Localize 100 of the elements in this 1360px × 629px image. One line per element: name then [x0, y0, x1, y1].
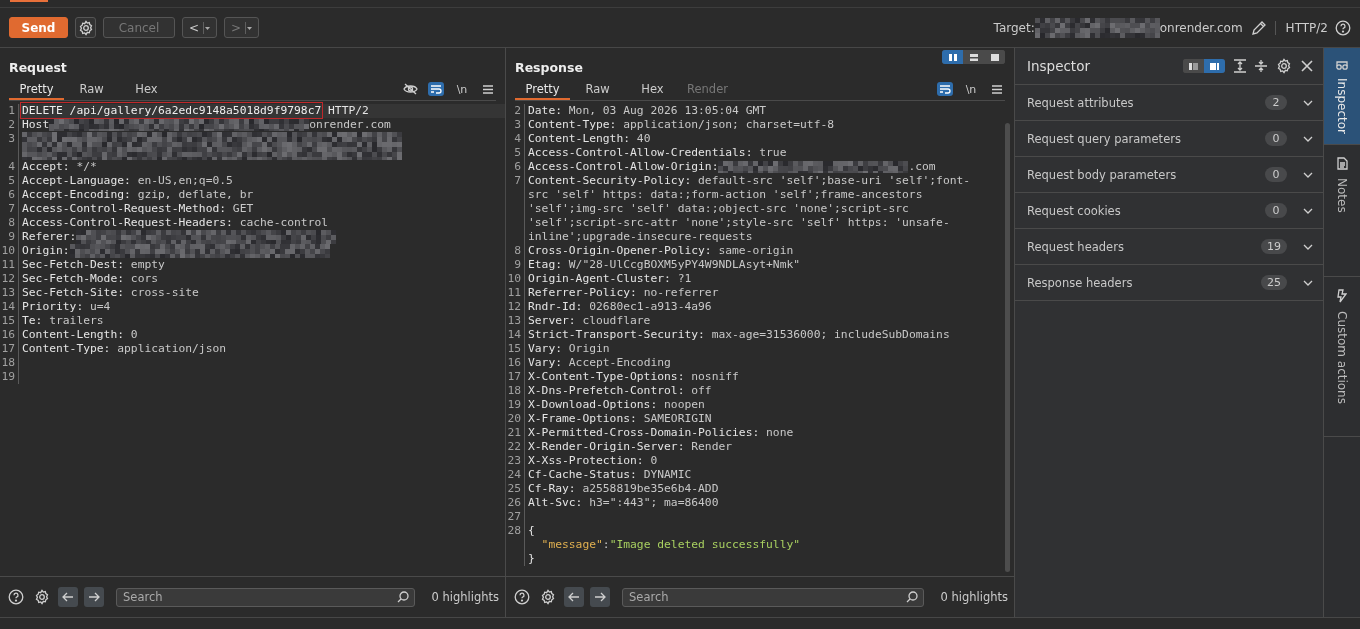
- code-line: Etag: W/"28-UlCcgBOXM5yPY4W9NDLAsyt+Nmk": [527, 258, 802, 272]
- line-number: 19: [506, 398, 525, 412]
- wrap-icon: [430, 84, 442, 94]
- newline-button[interactable]: \n: [454, 82, 470, 96]
- code-text: Access-Control-Allow-Origin:: [528, 160, 719, 173]
- back-button[interactable]: <: [182, 17, 217, 38]
- line-number: 3: [0, 132, 19, 160]
- inspector-section[interactable]: Response headers 25: [1015, 265, 1323, 301]
- code-text: onrender.com: [309, 118, 391, 131]
- line-number: 25: [506, 482, 525, 496]
- code-line: Content-Type: application/json; charset=utf-8: [527, 118, 836, 132]
- tab-indicator: [10, 0, 48, 2]
- inspector-section[interactable]: Request headers 19: [1015, 229, 1323, 265]
- line-number: 5: [0, 174, 19, 188]
- collapse-all-icon[interactable]: [1255, 59, 1267, 73]
- menu-button[interactable]: [989, 82, 1005, 96]
- line-number: 18: [0, 356, 19, 370]
- hide-button[interactable]: [402, 82, 418, 96]
- view-tab[interactable]: Pretty: [515, 80, 570, 100]
- previous-button[interactable]: [58, 587, 78, 607]
- line-number: 10: [0, 244, 19, 258]
- close-icon[interactable]: [1301, 60, 1313, 72]
- code-line: Content-Length: 40: [527, 132, 652, 146]
- newline-button[interactable]: \n: [963, 82, 979, 96]
- view-tab[interactable]: Hex: [119, 80, 174, 100]
- code-text: HTTP/2: [327, 104, 369, 117]
- layout-icon: [1189, 62, 1198, 70]
- count-badge: 19: [1261, 239, 1287, 254]
- inspector-title: Inspector: [1027, 58, 1091, 74]
- line-number: 17: [506, 370, 525, 384]
- inspector-section[interactable]: Request body parameters 0: [1015, 157, 1323, 193]
- code-line: Cf-Cache-Status: DYNAMIC: [527, 468, 693, 482]
- left-arrow-icon: [62, 592, 74, 602]
- side-tab[interactable]: Inspector: [1324, 48, 1360, 145]
- previous-button[interactable]: [564, 587, 584, 607]
- line-number: 14: [0, 300, 19, 314]
- count-badge: 0: [1265, 167, 1287, 182]
- request-line-highlight: DELETE /api/gallery/6a2edc9148a5018d9f9798c7: [22, 104, 322, 117]
- line-number: 13: [0, 286, 19, 300]
- line-number: 2: [0, 118, 19, 132]
- layout-icon: [990, 53, 999, 61]
- line-number: 8: [506, 244, 525, 258]
- chevron-down-icon: [1303, 279, 1313, 286]
- lightning-icon: [1337, 289, 1347, 303]
- layout-toggle[interactable]: [942, 50, 963, 64]
- settings-button[interactable]: [75, 17, 96, 38]
- menu-icon: [992, 84, 1002, 94]
- wrap-button[interactable]: [428, 82, 444, 96]
- line-number: 11: [0, 258, 19, 272]
- expand-all-icon[interactable]: [1234, 59, 1246, 73]
- view-tab[interactable]: Raw: [64, 80, 119, 100]
- right-arrow-icon: [88, 592, 100, 602]
- chevron-down-icon: [1303, 135, 1313, 142]
- highlights-count: 0 highlights: [939, 590, 1008, 604]
- wrap-button[interactable]: [937, 82, 953, 96]
- code-line: X-Dns-Prefetch-Control: off: [527, 384, 713, 398]
- next-button[interactable]: [84, 587, 104, 607]
- inspector-section[interactable]: Request cookies 0: [1015, 193, 1323, 229]
- chevron-down-icon: [1303, 243, 1313, 250]
- inspector-section[interactable]: Request attributes 2: [1015, 85, 1323, 121]
- code-line: Cf-Ray: a2558819be35e6b4-ADD: [527, 482, 720, 496]
- line-number: 6: [0, 188, 19, 202]
- settings-icon[interactable]: [1276, 58, 1292, 74]
- code-line: Accept-Language: en-US,en;q=0.5: [21, 174, 234, 188]
- view-tab[interactable]: Pretty: [9, 80, 64, 100]
- code-line: Access-Control-Request-Headers: cache-control: [21, 216, 330, 230]
- code-line: Referrer-Policy: no-referrer: [527, 286, 720, 300]
- side-tab[interactable]: Notes: [1324, 145, 1360, 277]
- caret-icon: [245, 21, 253, 34]
- line-number: 21: [506, 426, 525, 440]
- code-line: "message":"Image deleted successfully": [540, 538, 802, 552]
- line-number: 6: [506, 160, 525, 174]
- layout-toggle[interactable]: [1204, 59, 1225, 73]
- help-icon[interactable]: [6, 587, 26, 607]
- line-number: 20: [506, 412, 525, 426]
- code-line: Accept-Encoding: gzip, deflate, br: [21, 188, 255, 202]
- inspector-section[interactable]: Request query parameters 0: [1015, 121, 1323, 157]
- layout-icon: [948, 53, 957, 61]
- menu-icon: [483, 84, 493, 94]
- search-field[interactable]: Search: [116, 587, 415, 607]
- help-icon[interactable]: [512, 587, 532, 607]
- panel-title: Request: [9, 60, 68, 75]
- side-tab[interactable]: Custom actions: [1324, 277, 1360, 437]
- help-icon[interactable]: [1335, 19, 1351, 36]
- view-tab[interactable]: Raw: [570, 80, 625, 100]
- code-text: Origin:: [22, 244, 70, 257]
- next-button[interactable]: [590, 587, 610, 607]
- menu-button[interactable]: [480, 82, 496, 96]
- code-text: .com: [908, 160, 936, 173]
- layout-icon: [969, 53, 978, 61]
- protocol-label[interactable]: HTTP/2: [1274, 20, 1328, 35]
- view-tab[interactable]: Hex: [625, 80, 680, 100]
- wrap-icon: [939, 84, 951, 94]
- line-number: 8: [0, 216, 19, 230]
- code-line: Content-Type: application/json: [21, 342, 228, 356]
- search-field[interactable]: Search: [622, 587, 924, 607]
- code-line: Cross-Origin-Opener-Policy: same-origin: [527, 244, 795, 258]
- scrollbar[interactable]: [1005, 123, 1010, 572]
- code-line: X-Content-Type-Options: nosniff: [527, 370, 740, 384]
- line-number: 12: [506, 300, 525, 314]
